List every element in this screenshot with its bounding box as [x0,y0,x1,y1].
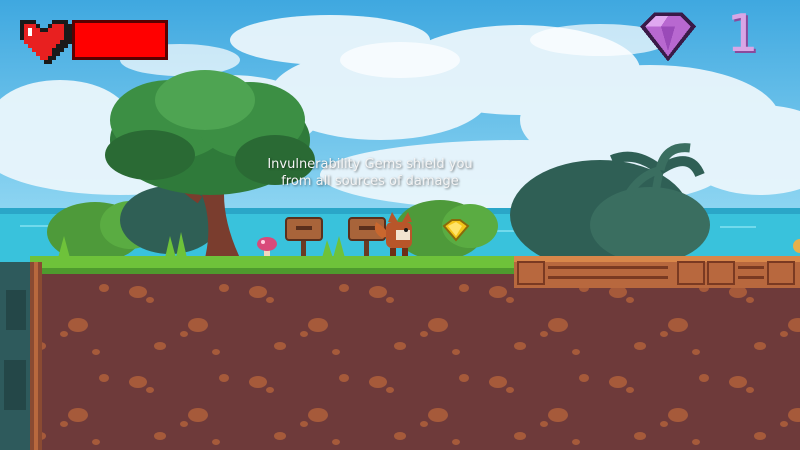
gem-count: 1 [726,4,758,64]
brick-ledge [514,256,800,450]
gem-icon [640,12,696,62]
ground-platform [30,256,520,450]
health-bar-fill [75,23,165,57]
health-bar [72,20,168,60]
game-scene: 1 Invulnerability Gems shield you from a… [0,0,800,450]
game-world [0,0,800,450]
heart-icon [20,20,72,64]
tooltip-text: Invulnerability Gems shield you from all… [267,157,473,189]
